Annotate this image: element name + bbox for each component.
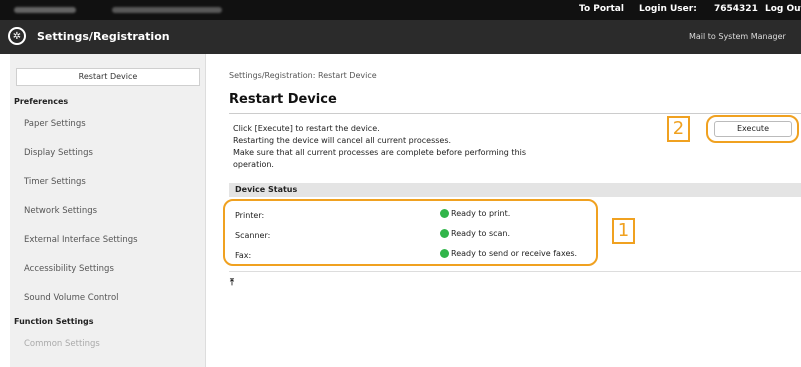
login-user-label: Login User: (639, 4, 697, 14)
sidebar-item-timer-settings[interactable]: Timer Settings (24, 177, 86, 187)
sidebar-item-common-settings[interactable]: Common Settings (24, 339, 100, 349)
execute-button[interactable]: Execute (714, 121, 792, 137)
logout-link[interactable]: Log Out (765, 4, 801, 14)
status-ok-icon (440, 249, 449, 258)
sidebar-item-paper-settings[interactable]: Paper Settings (24, 119, 86, 129)
callout-marker-2: 2 (667, 116, 690, 142)
callout-marker-1: 1 (612, 218, 635, 244)
description-line-4: operation. (233, 160, 274, 169)
sidebar-heading-function-settings: Function Settings (14, 317, 94, 326)
status-value-fax: Ready to send or receive faxes. (440, 249, 577, 258)
back-to-top-icon[interactable]: ⤒ (230, 278, 234, 288)
status-divider (229, 271, 801, 272)
mail-to-system-manager-link[interactable]: Mail to System Manager (689, 32, 786, 41)
settings-title: Settings/Registration (37, 30, 170, 43)
status-label-fax: Fax: (235, 251, 252, 260)
device-status-heading: Device Status (229, 183, 801, 197)
status-text-fax: Ready to send or receive faxes. (451, 249, 578, 258)
login-user-value: 7654321 (714, 4, 758, 14)
title-divider (229, 113, 801, 114)
status-label-scanner: Scanner: (235, 231, 271, 240)
description-line-3: Make sure that all current processes are… (233, 148, 527, 157)
settings-header: ✲ Settings/Registration Mail to System M… (0, 20, 801, 54)
status-value-printer: Ready to print. (440, 209, 510, 218)
status-label-printer: Printer: (235, 211, 265, 220)
breadcrumb: Settings/Registration: Restart Device (229, 71, 377, 80)
sidebar-restart-device-button[interactable]: Restart Device (16, 68, 200, 86)
sidebar-item-external-interface-settings[interactable]: External Interface Settings (24, 235, 138, 245)
page-title: Restart Device (229, 92, 337, 107)
sidebar-item-accessibility-settings[interactable]: Accessibility Settings (24, 264, 114, 274)
settings-logo-icon: ✲ (8, 27, 26, 45)
status-text-scanner: Ready to scan. (451, 229, 511, 238)
to-portal-link[interactable]: To Portal (579, 4, 624, 14)
status-value-scanner: Ready to scan. (440, 229, 510, 238)
description-line-1: Click [Execute] to restart the device. (233, 124, 380, 133)
status-ok-icon (440, 229, 449, 238)
sidebar-item-sound-volume-control[interactable]: Sound Volume Control (24, 293, 119, 303)
sidebar-heading-preferences: Preferences (14, 97, 69, 106)
sidebar-item-display-settings[interactable]: Display Settings (24, 148, 93, 158)
status-text-printer: Ready to print. (451, 209, 511, 218)
description-line-2: Restarting the device will cancel all cu… (233, 136, 452, 145)
top-bar: To Portal Login User: 7654321 Log Out (0, 0, 801, 20)
device-model-blurred (112, 7, 222, 13)
sidebar: Restart Device Preferences Paper Setting… (10, 54, 206, 367)
device-name-blurred (14, 7, 76, 13)
sidebar-item-network-settings[interactable]: Network Settings (24, 206, 97, 216)
status-ok-icon (440, 209, 449, 218)
